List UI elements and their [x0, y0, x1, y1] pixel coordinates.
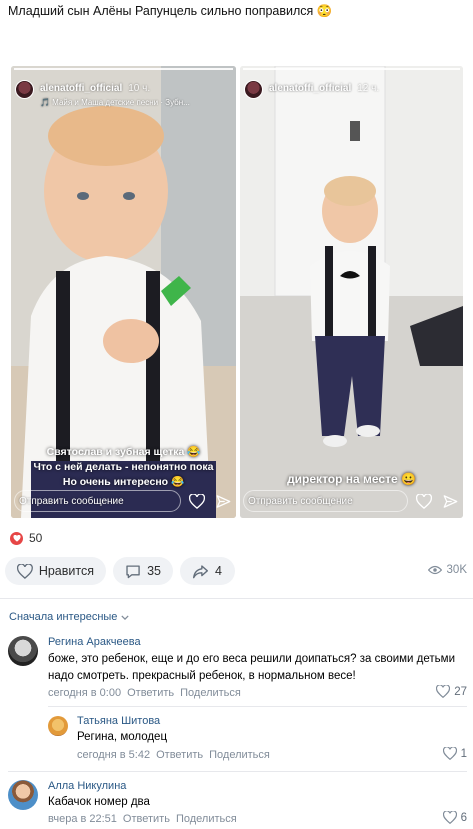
story-reply-bar: Отправить сообщение — [243, 490, 460, 512]
avatar[interactable] — [15, 80, 34, 99]
story-time: 10 ч. — [128, 83, 151, 94]
comment-text: Кабачок номер два — [48, 796, 150, 808]
share-link[interactable]: Поделиться — [209, 749, 270, 761]
comment-likes: 27 — [454, 685, 467, 698]
comment-text: Регина, молодец — [77, 731, 168, 743]
share-link[interactable]: Поделиться — [180, 687, 241, 699]
send-icon[interactable] — [213, 491, 233, 511]
story-photo-right — [240, 66, 463, 518]
share-link[interactable]: Поделиться — [176, 813, 237, 825]
story-progress-bar — [240, 66, 463, 72]
share-arrow-icon — [193, 564, 208, 578]
story-time: 12 ч. — [357, 83, 380, 94]
divider — [0, 598, 473, 599]
send-icon[interactable] — [440, 491, 460, 511]
avatar[interactable] — [244, 80, 263, 99]
comment-like-button[interactable]: 27 — [436, 685, 467, 698]
comment-likes: 6 — [460, 811, 467, 824]
heart-reaction-icon — [10, 531, 23, 545]
comment-meta: сегодня в 0:00 Ответить Поделиться — [48, 687, 241, 699]
comment-button[interactable]: 35 — [113, 557, 173, 585]
post-action-bar: Нравится 35 4 30K — [5, 557, 467, 587]
story-screenshot-left[interactable]: alenatoffi_official 10 ч. 🎵 Майя и Маша д… — [11, 66, 236, 518]
story-username[interactable]: alenatoffi_official — [40, 83, 122, 94]
comment-author[interactable]: Алла Никулина — [48, 780, 126, 792]
post-text: Младший сын Алёны Рапунцель сильно попра… — [8, 4, 333, 18]
heart-icon — [436, 685, 451, 698]
story-screenshot-right[interactable]: alenatoffi_official 12 ч. директор на мес… — [240, 66, 463, 518]
caption-line: Но очень интересно 😂 — [62, 476, 185, 488]
comment-likes: 1 — [460, 747, 467, 760]
like-label: Нравится — [38, 564, 94, 578]
comments-sort-dropdown[interactable]: Сначала интересные — [9, 611, 130, 623]
heart-icon — [442, 811, 457, 824]
reply-input[interactable]: Отправить сообщение — [14, 490, 181, 512]
heart-icon[interactable] — [187, 491, 207, 511]
story-username[interactable]: alenatoffi_official — [269, 83, 351, 94]
comment-meta: вчера в 22:51 Ответить Поделиться — [48, 813, 237, 825]
shares-count: 4 — [215, 564, 222, 578]
comment-time[interactable]: вчера в 22:51 — [48, 813, 117, 825]
sort-label: Сначала интересные — [9, 611, 118, 623]
reply-link[interactable]: Ответить — [156, 749, 203, 761]
comment-text: боже, это ребенок, еще и до его веса реш… — [48, 653, 455, 682]
story-header: alenatoffi_official 12 ч. — [244, 78, 379, 99]
story-caption: Святослав и зубная щетка 😂 Что с ней дел… — [11, 445, 236, 490]
comment-time[interactable]: сегодня в 0:00 — [48, 687, 121, 699]
heart-icon — [442, 747, 457, 760]
caption-line: Что с ней делать - непонятно пока — [33, 461, 214, 473]
views-count: 30K — [446, 564, 467, 576]
avatar[interactable] — [48, 716, 68, 736]
story-header: alenatoffi_official 10 ч. 🎵 Майя и Маша д… — [15, 78, 190, 107]
comments-count: 35 — [147, 564, 161, 578]
chevron-down-icon — [121, 614, 130, 620]
reactions-count: 50 — [29, 531, 43, 545]
comment-separator — [48, 706, 467, 707]
comment-separator — [8, 771, 467, 772]
story-music[interactable]: 🎵 Майя и Маша детские песни · Зубн... — [40, 98, 190, 107]
comment-like-button[interactable]: 6 — [442, 811, 467, 824]
comment-time[interactable]: сегодня в 5:42 — [77, 749, 150, 761]
comment-icon — [126, 564, 140, 578]
story-caption: директор на месте 😀 — [240, 472, 463, 487]
story-progress-bar — [11, 66, 236, 72]
caption-line: директор на месте 😀 — [287, 472, 416, 486]
reply-link[interactable]: Ответить — [123, 813, 170, 825]
reply-input[interactable]: Отправить сообщение — [243, 490, 408, 512]
eye-icon — [427, 565, 442, 575]
heart-icon[interactable] — [414, 491, 434, 511]
like-button[interactable]: Нравится — [5, 557, 106, 585]
avatar[interactable] — [8, 636, 38, 666]
story-reply-bar: Отправить сообщение — [14, 490, 233, 512]
caption-line: Святослав и зубная щетка 😂 — [46, 446, 201, 458]
share-button[interactable]: 4 — [180, 557, 235, 585]
heart-icon — [17, 563, 33, 579]
avatar[interactable] — [8, 780, 38, 810]
comment-meta: сегодня в 5:42 Ответить Поделиться — [77, 749, 270, 761]
comment-author[interactable]: Регина Аракчеева — [48, 636, 141, 648]
reactions-summary[interactable]: 50 — [10, 531, 42, 545]
reply-link[interactable]: Ответить — [127, 687, 174, 699]
views-counter: 30K — [427, 564, 467, 576]
comment-like-button[interactable]: 1 — [442, 747, 467, 760]
comment-author[interactable]: Татьяна Шитова — [77, 715, 160, 727]
